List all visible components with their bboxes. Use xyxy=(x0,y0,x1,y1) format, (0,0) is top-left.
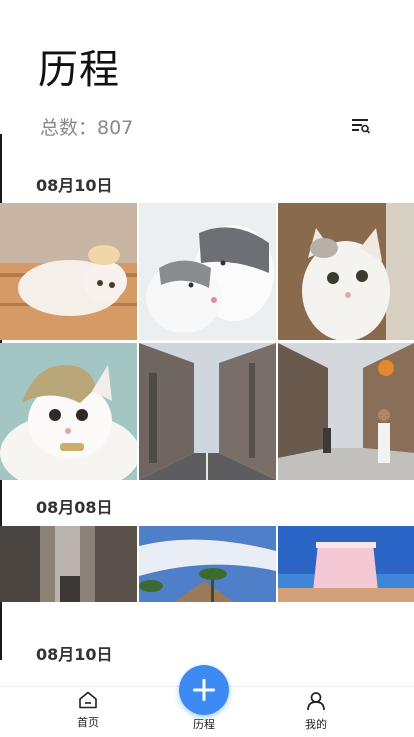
user-icon xyxy=(307,692,325,711)
photo-grid xyxy=(0,203,414,480)
photo-two-kittens[interactable] xyxy=(139,203,276,340)
nav-history-label[interactable]: 历程 xyxy=(174,716,234,732)
total-count: 总数：807 xyxy=(40,116,134,139)
nav-mine-label: 我的 xyxy=(305,718,327,731)
plus-icon xyxy=(193,679,215,701)
count-row: 总数：807 xyxy=(40,112,376,140)
photo-japanese-street[interactable] xyxy=(139,343,276,480)
photo-city-buildings[interactable] xyxy=(0,526,137,602)
photo-beach-canopy[interactable] xyxy=(278,526,414,602)
photo-sky-palms[interactable] xyxy=(139,526,276,602)
nav-home[interactable]: 首页 xyxy=(58,691,118,730)
photo-busy-street[interactable] xyxy=(278,343,414,480)
add-button[interactable] xyxy=(179,665,229,715)
section-date: 08月10日 xyxy=(36,645,113,664)
list-search-icon xyxy=(352,119,370,134)
photo-kitten-doorway[interactable] xyxy=(278,203,414,340)
nav-home-label: 首页 xyxy=(77,716,99,729)
section-date: 08月08日 xyxy=(36,498,113,517)
section-date: 08月10日 xyxy=(36,176,113,195)
photo-kitten-knit-hat[interactable] xyxy=(0,343,137,480)
photo-cat-in-hat-lying[interactable] xyxy=(0,203,137,340)
page-title: 历程 xyxy=(38,47,120,93)
home-icon xyxy=(79,691,97,709)
photo-grid xyxy=(0,526,414,602)
nav-mine[interactable]: 我的 xyxy=(286,691,346,732)
filter-search-button[interactable] xyxy=(350,115,372,137)
